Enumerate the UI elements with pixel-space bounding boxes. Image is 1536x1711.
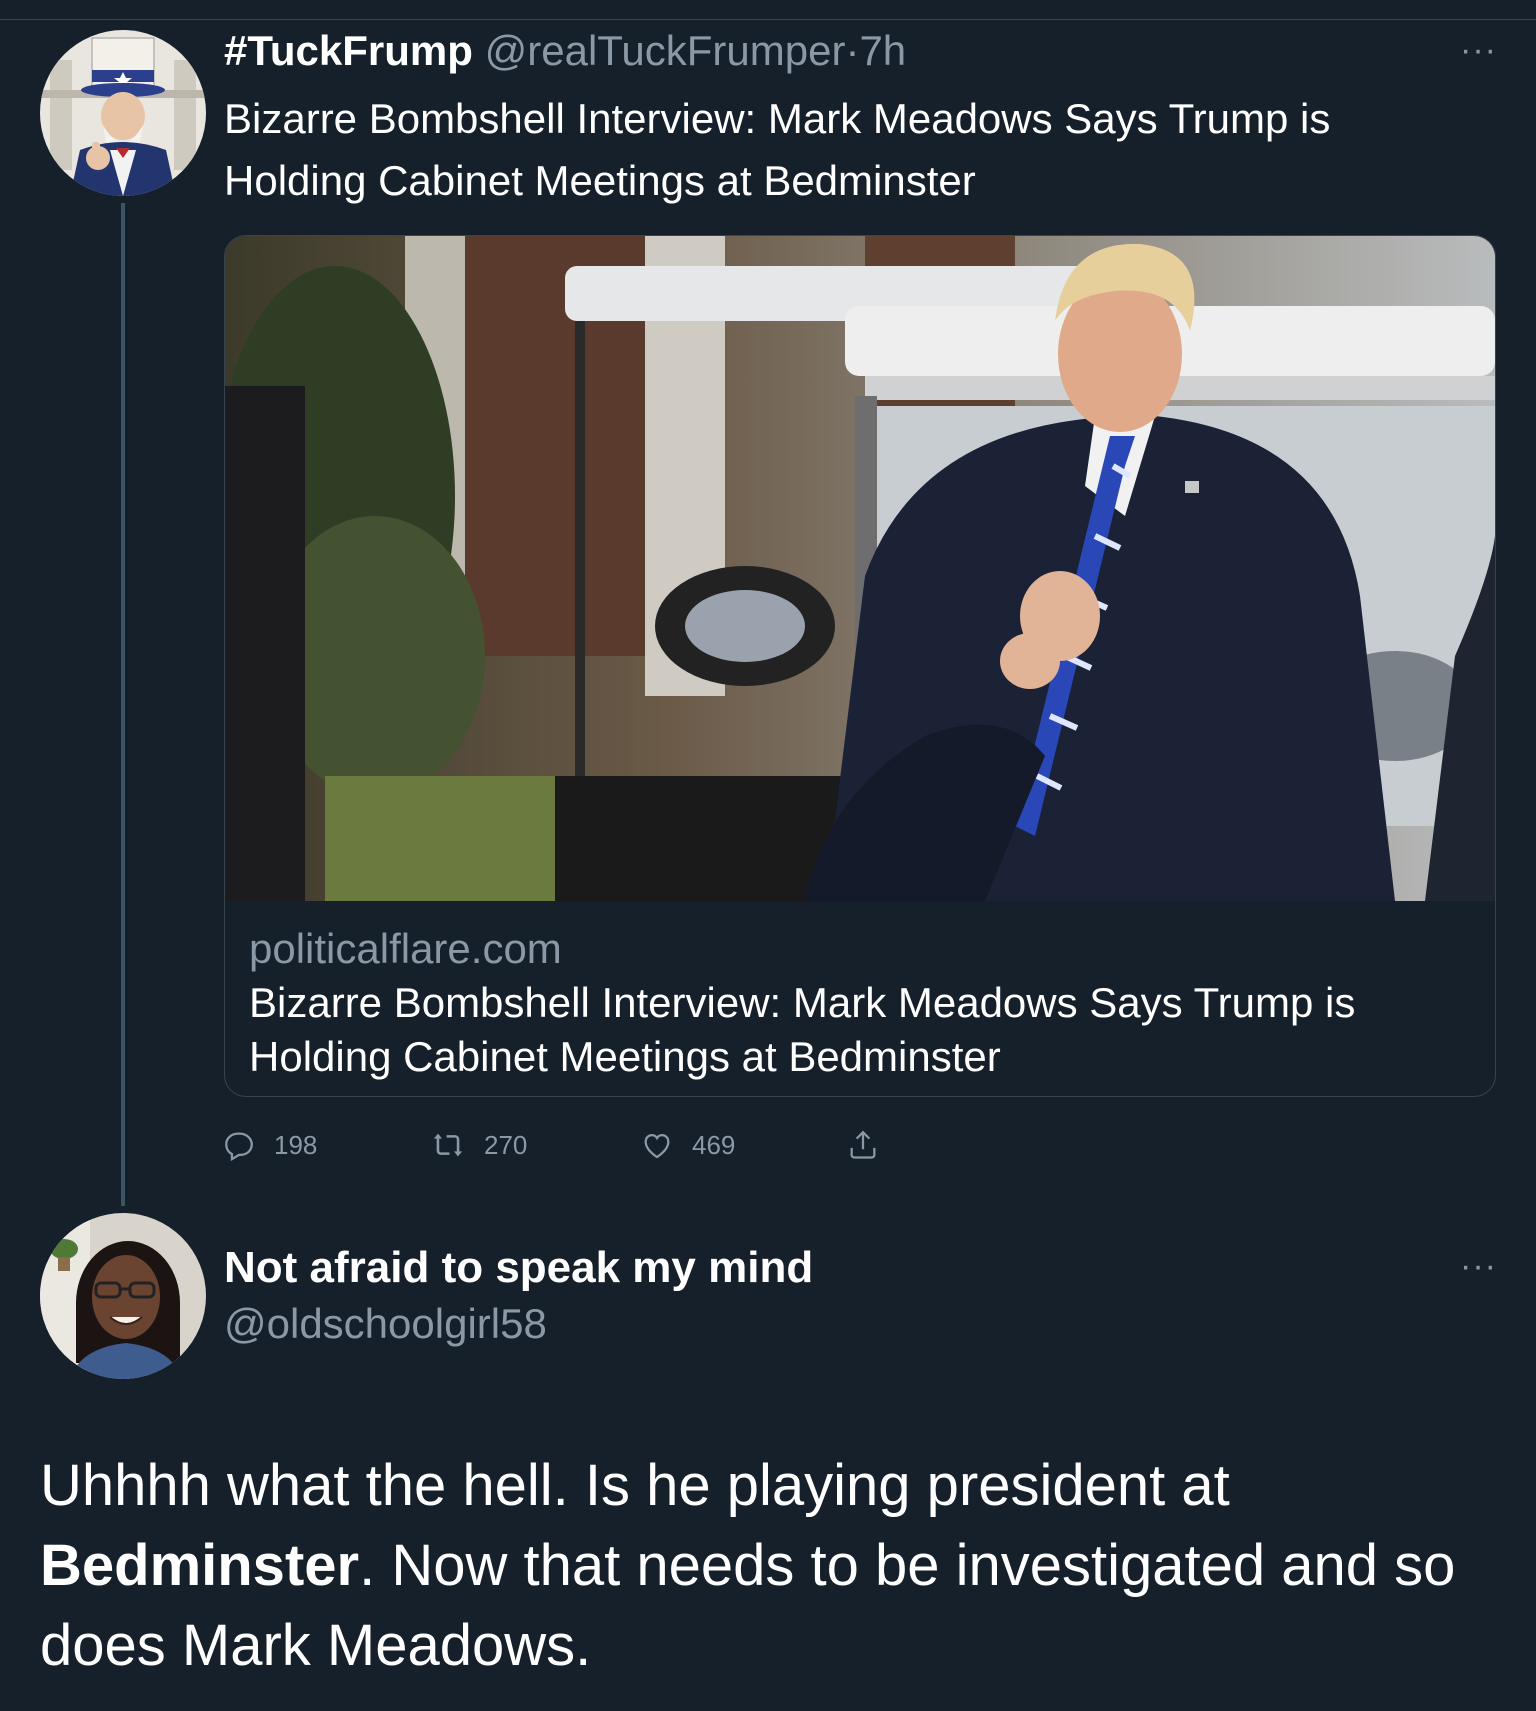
heart-icon (644, 1133, 670, 1159)
top-divider (0, 19, 1536, 20)
tweet1-handle[interactable]: @realTuckFrumper (485, 27, 846, 74)
retweet-icon (433, 1133, 463, 1157)
retweet-count: 270 (484, 1129, 528, 1160)
more-horizontal-icon[interactable]: ··· (1460, 1249, 1497, 1283)
tweet1-text: Bizarre Bombshell Interview: Mark Meadow… (224, 95, 1331, 204)
avatar-tuckfrump[interactable] (40, 30, 206, 196)
like-count: 469 (692, 1129, 736, 1160)
share-button[interactable] (846, 1122, 898, 1168)
tweet2-text-bold[interactable]: Bedminster (40, 1533, 359, 1598)
reply-icon (225, 1132, 253, 1162)
thread-line (121, 203, 125, 1206)
tweet2-handle[interactable]: @oldschoolgirl58 (224, 1296, 547, 1352)
link-card[interactable]: politicalflare.com Bizarre Bombshell Int… (224, 235, 1496, 1097)
card-title: Bizarre Bombshell Interview: Mark Meadow… (249, 979, 1356, 1080)
like-button[interactable]: 469 (640, 1122, 735, 1168)
tweet1-separator: · (845, 27, 860, 74)
tweet1-header: #TuckFrump @realTuckFrumper·7h (224, 26, 906, 76)
card-image (225, 236, 1495, 901)
card-domain: politicalflare.com (249, 925, 562, 972)
share-icon (850, 1130, 876, 1159)
reply-button[interactable]: 198 (222, 1122, 317, 1168)
more-horizontal-icon[interactable]: ··· (1460, 33, 1497, 67)
reply-count: 198 (274, 1129, 318, 1160)
tweet2-text-part1: Uhhhh what the hell. Is he playing presi… (40, 1453, 1230, 1518)
tweet2-text: Uhhhh what the hell. Is he playing presi… (40, 1446, 1510, 1686)
tweet1-time[interactable]: 7h (859, 27, 906, 74)
avatar-oldschoolgirl58[interactable] (40, 1213, 206, 1379)
tweet1-display-name[interactable]: #TuckFrump (224, 27, 473, 74)
tweet2-display-name[interactable]: Not afraid to speak my mind (224, 1240, 813, 1296)
retweet-button[interactable]: 270 (430, 1122, 527, 1168)
